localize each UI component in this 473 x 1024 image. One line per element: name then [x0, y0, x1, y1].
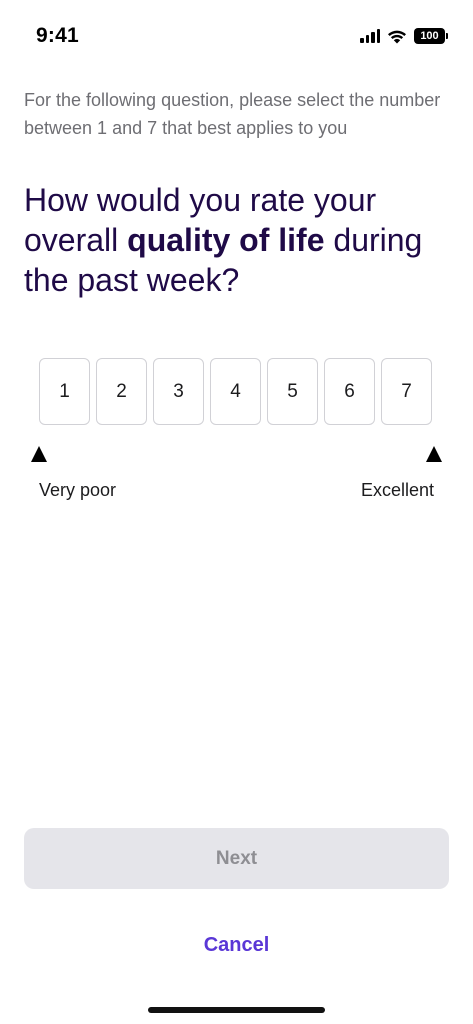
rating-option-2[interactable]: 2: [96, 358, 147, 425]
status-time: 9:41: [36, 24, 79, 47]
cellular-signal-icon: [360, 29, 380, 43]
wifi-icon: [387, 29, 407, 44]
question-emphasis: quality of life: [127, 222, 325, 258]
status-bar: 9:41 100: [0, 0, 473, 60]
high-anchor-label: Excellent: [360, 480, 434, 500]
low-end-arrow-icon: [31, 446, 47, 462]
rating-scale: 1 2 3 4 5 6 7: [39, 358, 432, 425]
question-title: How would you rate your overall quality …: [24, 180, 454, 300]
low-anchor-label: Very poor: [39, 480, 117, 500]
rating-option-4[interactable]: 4: [210, 358, 261, 425]
high-end-arrow-icon: [426, 446, 442, 462]
next-button[interactable]: Next: [24, 828, 449, 889]
battery-icon: 100: [414, 28, 448, 44]
rating-option-3[interactable]: 3: [153, 358, 204, 425]
home-indicator[interactable]: [148, 1007, 325, 1013]
instructions-text: For the following question, please selec…: [24, 90, 441, 138]
rating-option-7[interactable]: 7: [381, 358, 432, 425]
rating-option-1[interactable]: 1: [39, 358, 90, 425]
rating-option-5[interactable]: 5: [267, 358, 318, 425]
rating-option-6[interactable]: 6: [324, 358, 375, 425]
cancel-button[interactable]: Cancel: [0, 928, 473, 962]
status-icons: 100: [360, 27, 448, 45]
